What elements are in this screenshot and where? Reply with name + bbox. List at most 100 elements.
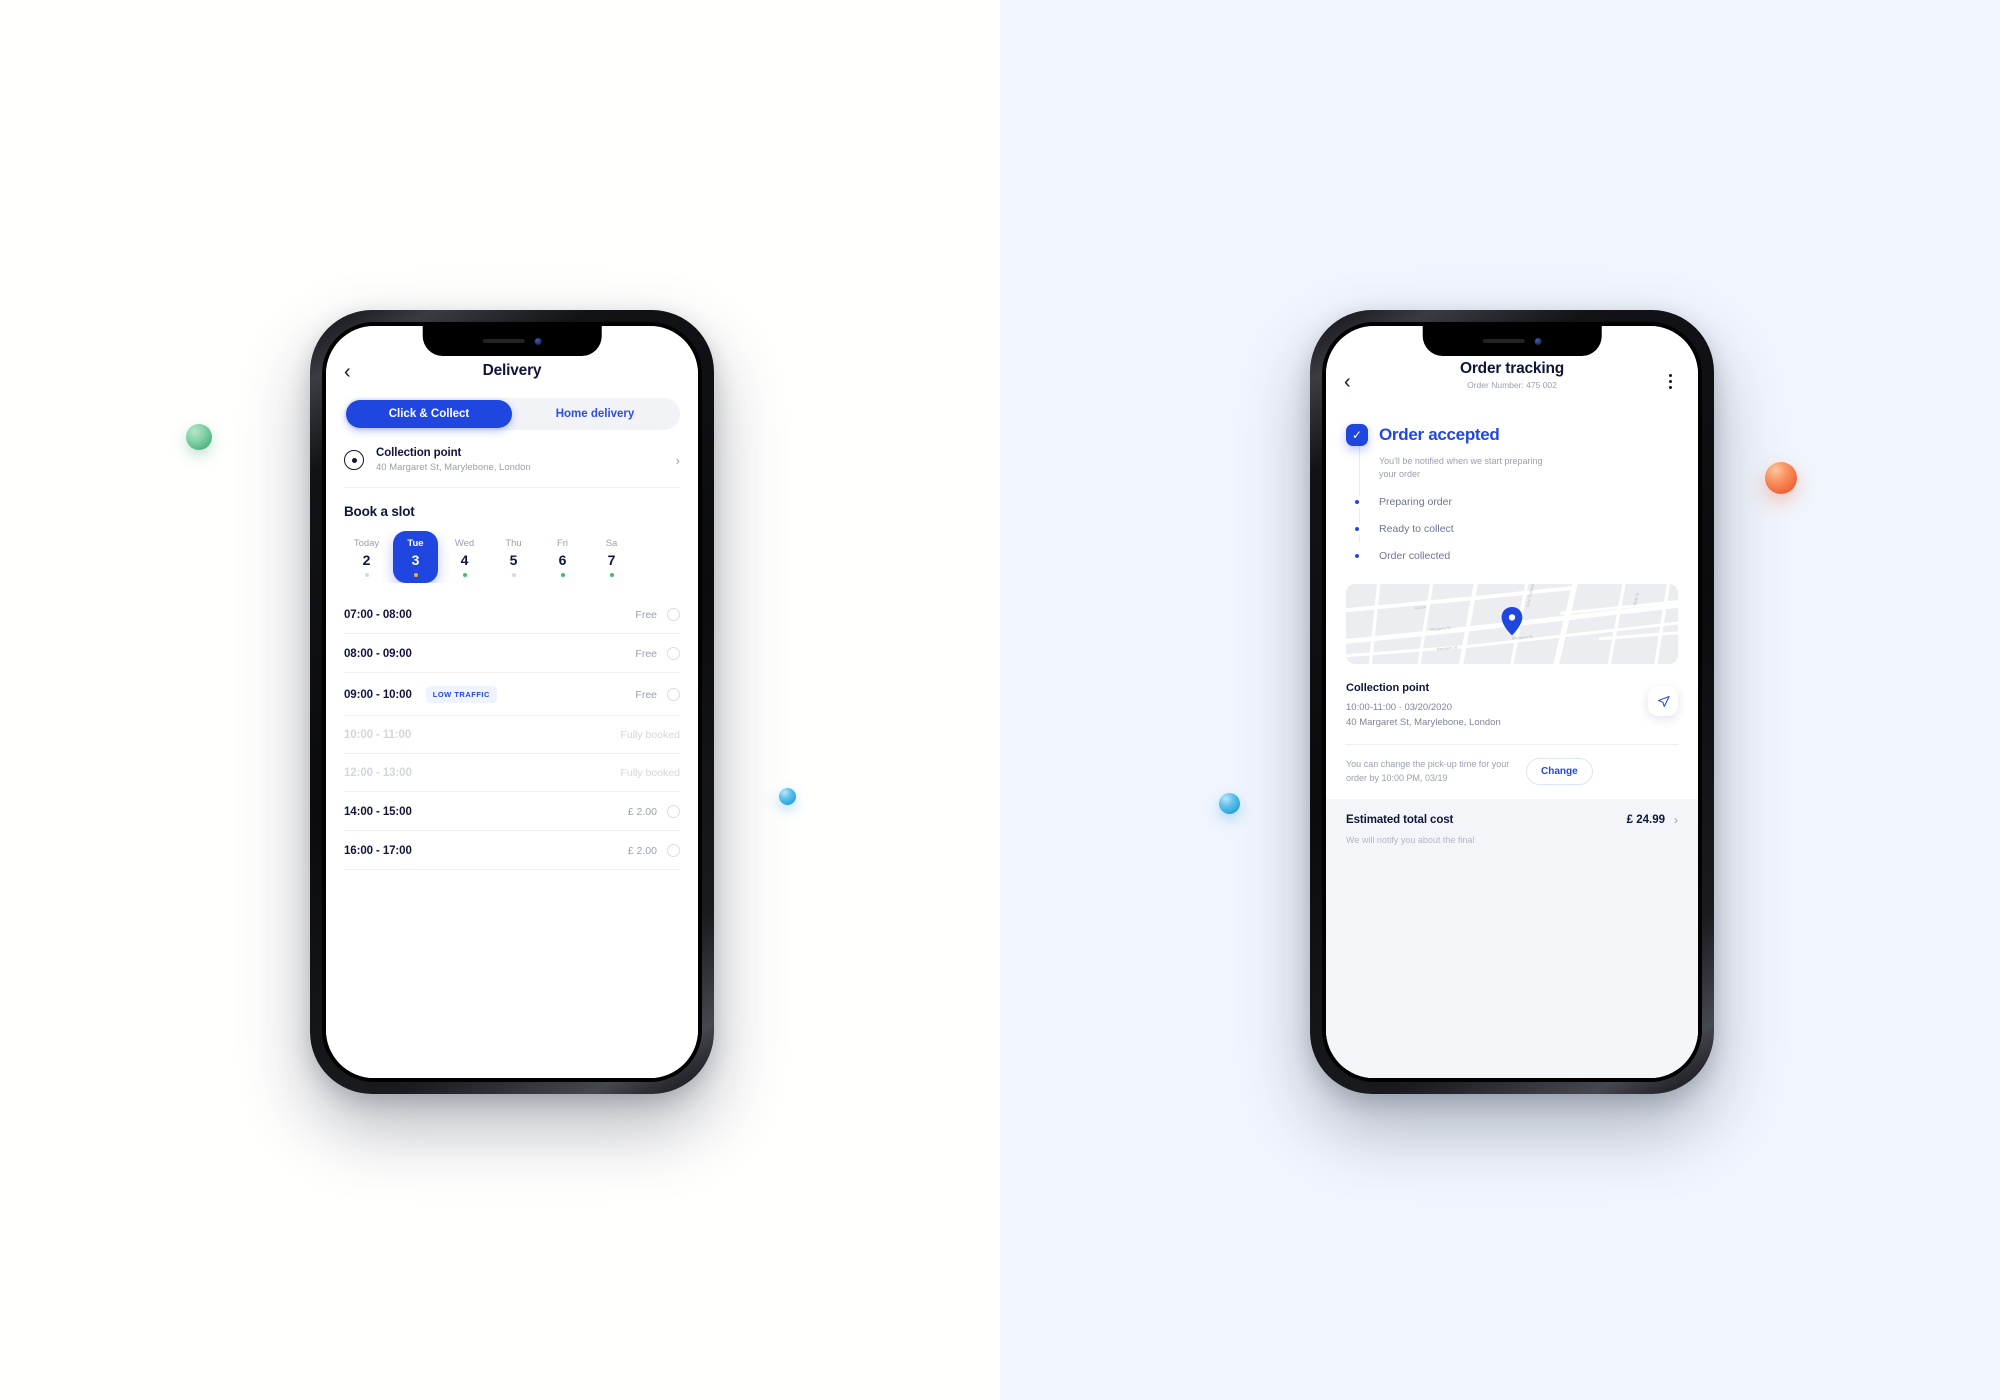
low-traffic-badge: LOW TRAFFIC — [425, 686, 497, 703]
slot-time: 08:00 - 09:00 — [344, 647, 412, 660]
slot-price: Free — [635, 608, 657, 621]
collection-point-details: Collection point 10:00-11:00 · 03/20/202… — [1346, 682, 1678, 728]
location-pin-icon — [344, 450, 364, 470]
current-step-note: You'll be notified when we start prepari… — [1379, 456, 1543, 480]
slot-status: Fully booked — [620, 767, 680, 779]
day-picker[interactable]: Today 2 Tue 3 Wed 4 Thu 5 Fri 6 Sa 7 — [344, 531, 698, 583]
day-name: Thu — [505, 538, 522, 549]
day-chip-fri[interactable]: Fri 6 — [540, 531, 585, 583]
change-button[interactable]: Change — [1526, 758, 1593, 786]
availability-dot — [413, 573, 418, 577]
estimated-total-bar[interactable]: Estimated total cost £ 24.99 › We will n… — [1326, 799, 1698, 1078]
delivery-mode-segmented-control[interactable]: Click & Collect Home delivery — [344, 398, 680, 430]
time-slot-row[interactable]: 14:00 - 15:00 £ 2.00 — [344, 792, 680, 831]
collection-point-time-date: 10:00-11:00 · 03/20/2020 — [1346, 702, 1452, 714]
front-camera-icon — [1534, 337, 1542, 345]
tab-click-and-collect[interactable]: Click & Collect — [346, 400, 512, 428]
time-slot-row[interactable]: 09:00 - 10:00 LOW TRAFFIC Free — [344, 673, 680, 716]
time-slot-row[interactable]: 16:00 - 17:00 £ 2.00 — [344, 831, 680, 870]
total-row: Estimated total cost £ 24.99 › — [1346, 813, 1678, 827]
timeline-step-order-collected: Order collected — [1346, 550, 1678, 562]
change-pickup-note: You can change the pick-up time for your… — [1346, 759, 1510, 783]
step-label: Ready to collect — [1379, 523, 1454, 536]
day-number: 3 — [411, 552, 420, 568]
time-slot-list: 07:00 - 08:00 Free 08:00 - 09:00 Free 09… — [344, 595, 680, 1078]
navigate-arrow-icon[interactable] — [1648, 686, 1678, 717]
availability-dot — [462, 573, 467, 577]
slot-radio-button[interactable] — [667, 805, 680, 818]
order-tracking-app-content: ‹ Order tracking Order Number: 475 002 ✓… — [1326, 326, 1698, 1078]
order-number-subtitle: Order Number: 475 002 — [1467, 380, 1557, 390]
collection-point-address: 40 Margaret St, Marylebone, London — [1346, 717, 1501, 729]
time-slot-row-disabled: 12:00 - 13:00 Fully booked — [344, 754, 680, 792]
chevron-right-icon[interactable]: › — [1674, 813, 1678, 827]
collection-point-text: Collection point 40 Margaret St, Maryleb… — [376, 447, 664, 473]
total-note: We will notify you about the final — [1346, 835, 1475, 846]
slot-time: 14:00 - 15:00 — [344, 805, 412, 818]
step-label: Order collected — [1379, 550, 1451, 563]
slot-radio-button[interactable] — [667, 647, 680, 660]
order-status-timeline: ✓ Order accepted You'll be notified when… — [1326, 398, 1698, 562]
availability-dot — [364, 573, 369, 577]
day-number: 5 — [509, 552, 518, 568]
day-name: Sa — [605, 538, 618, 549]
delivery-screen: ‹ Delivery Click & Collect Home delivery… — [326, 326, 698, 1078]
availability-dot — [560, 573, 565, 577]
day-name: Today — [353, 538, 380, 549]
slot-time: 12:00 - 13:00 — [344, 767, 412, 779]
timeline-dot-icon — [1346, 500, 1368, 505]
back-icon[interactable]: ‹ — [344, 362, 366, 382]
slot-radio-button[interactable] — [667, 844, 680, 857]
slot-time: 09:00 - 10:00 — [344, 688, 412, 701]
orange-sphere-decoration — [1765, 462, 1797, 494]
phone-mockup-order-tracking: ‹ Order tracking Order Number: 475 002 ✓… — [1310, 310, 1714, 1094]
time-slot-row[interactable]: 07:00 - 08:00 Free — [344, 595, 680, 634]
slot-time: 10:00 - 11:00 — [344, 729, 412, 741]
change-pickup-row: You can change the pick-up time for your… — [1346, 758, 1678, 786]
availability-dot — [609, 573, 614, 577]
order-tracking-screen: ‹ Order tracking Order Number: 475 002 ✓… — [1326, 326, 1698, 1078]
slot-radio-button[interactable] — [667, 688, 680, 701]
day-number: 4 — [460, 552, 469, 568]
earpiece-speaker — [482, 339, 525, 343]
day-chip-tue[interactable]: Tue 3 — [393, 531, 438, 583]
day-number: 2 — [362, 552, 371, 568]
map-pin-icon — [1501, 607, 1523, 636]
slot-time: 07:00 - 08:00 — [344, 608, 412, 621]
blue-sphere-decoration-large — [1219, 793, 1240, 814]
blue-sphere-decoration-small — [779, 788, 796, 805]
time-slot-row-disabled: 10:00 - 11:00 Fully booked — [344, 716, 680, 754]
day-chip-today[interactable]: Today 2 — [344, 531, 389, 583]
collection-point-map[interactable]: A3204 Margaret St Margaret St Margaret S… — [1346, 584, 1678, 665]
slot-radio-button[interactable] — [667, 608, 680, 621]
day-name: Tue — [407, 538, 424, 549]
kebab-dot — [1668, 374, 1672, 377]
timeline-current-step: ✓ Order accepted — [1346, 424, 1678, 446]
slot-price: £ 2.00 — [627, 805, 657, 818]
timeline-dot-icon — [1346, 554, 1368, 559]
time-slot-row[interactable]: 08:00 - 09:00 Free — [344, 634, 680, 673]
day-number: 6 — [558, 552, 567, 568]
collection-point-row[interactable]: Collection point 40 Margaret St, Maryleb… — [344, 430, 680, 488]
slot-time: 16:00 - 17:00 — [344, 844, 412, 857]
day-number: 7 — [607, 552, 616, 568]
earpiece-speaker — [1482, 339, 1525, 343]
day-chip-thu[interactable]: Thu 5 — [491, 531, 536, 583]
slot-price: Free — [635, 688, 657, 701]
collection-point-address: 40 Margaret St, Marylebone, London — [376, 462, 531, 473]
phone-mockup-delivery: ‹ Delivery Click & Collect Home delivery… — [310, 310, 714, 1094]
chevron-right-icon[interactable]: › — [676, 453, 680, 468]
day-chip-sat[interactable]: Sa 7 — [589, 531, 634, 583]
phone-notch — [1422, 326, 1602, 356]
phone-notch — [422, 326, 602, 356]
page-title: Delivery — [482, 362, 542, 379]
day-chip-wed[interactable]: Wed 4 — [442, 531, 487, 583]
timeline-step-preparing-order: Preparing order — [1346, 496, 1678, 508]
total-value: £ 24.99 — [1626, 814, 1665, 827]
step-label: Preparing order — [1379, 496, 1452, 509]
collection-point-text: Collection point 10:00-11:00 · 03/20/202… — [1346, 682, 1648, 728]
tab-home-delivery[interactable]: Home delivery — [512, 400, 678, 428]
current-step-label: Order accepted — [1379, 425, 1500, 444]
availability-dot — [511, 573, 516, 577]
green-sphere-decoration — [186, 424, 212, 450]
